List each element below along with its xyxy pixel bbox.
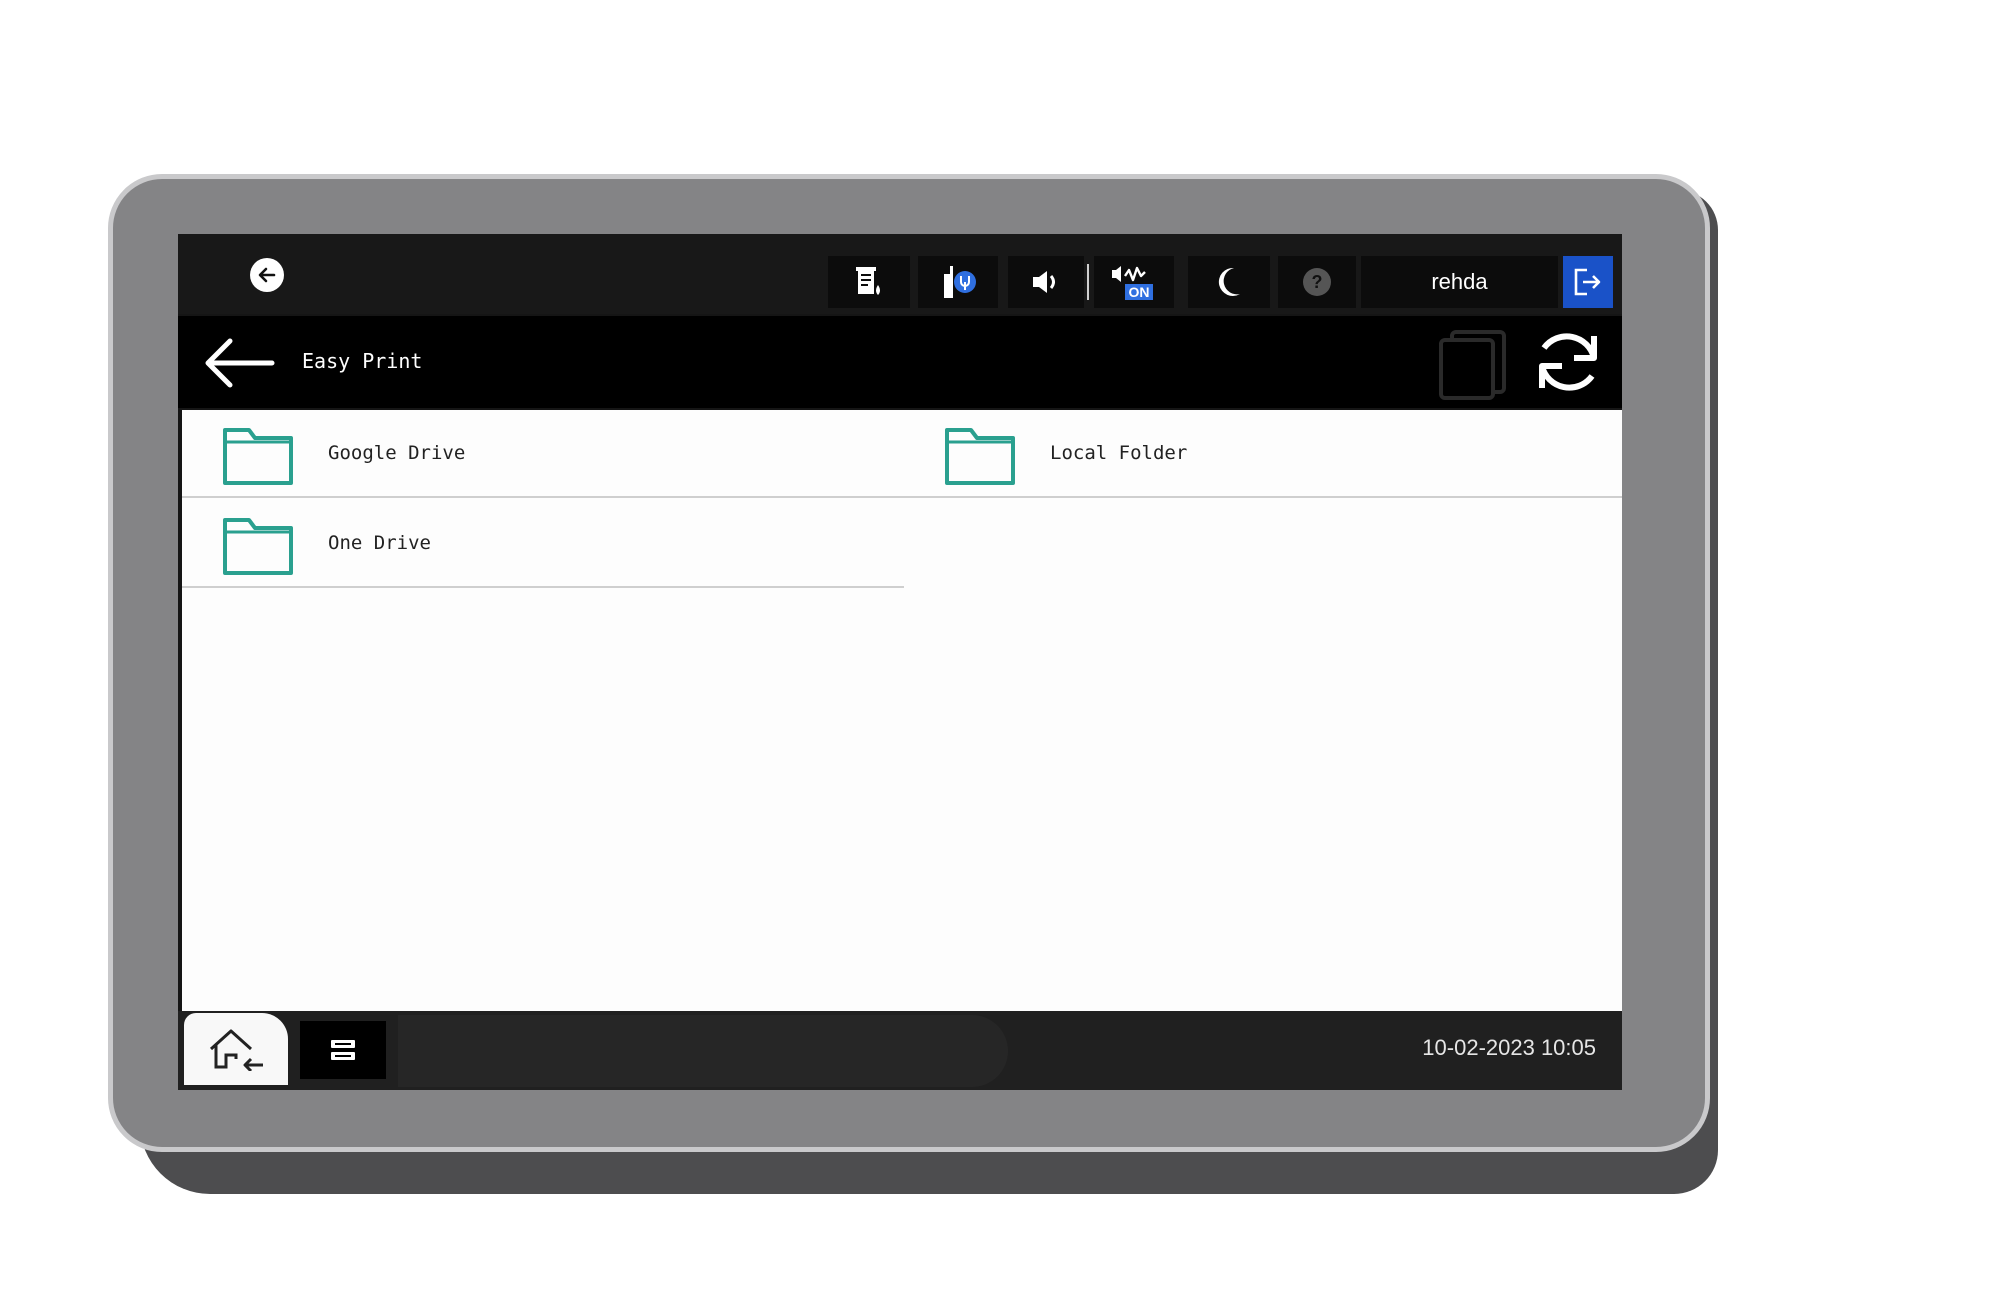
page-title: Easy Print (302, 349, 423, 373)
status-bar: ON ? rehda (178, 234, 1622, 314)
wifi-direct-usb-icon[interactable] (918, 256, 998, 308)
home-icon (209, 1029, 263, 1071)
refresh-icon[interactable] (1528, 322, 1608, 402)
toolbar-divider (1087, 264, 1089, 300)
folder-icon (223, 518, 293, 575)
energy-badge-text: ON (1129, 284, 1150, 300)
folder-icon (945, 428, 1015, 485)
logout-icon[interactable] (1563, 256, 1613, 308)
home-button[interactable] (184, 1013, 288, 1085)
divider (904, 496, 1622, 498)
list-item-local-folder[interactable]: Local Folder (904, 410, 1622, 498)
job-list-button[interactable] (300, 1021, 386, 1079)
svg-text:?: ? (1312, 272, 1323, 292)
bottom-bar-pill (398, 1015, 1008, 1087)
list-item-label: Google Drive (328, 442, 466, 464)
list-item-one-drive[interactable]: One Drive (182, 500, 904, 588)
divider (182, 496, 904, 498)
help-icon[interactable]: ? (1278, 256, 1356, 308)
folder-icon (223, 428, 293, 485)
energy-saver-on-icon[interactable]: ON (1094, 256, 1174, 308)
back-arrow-icon (205, 338, 275, 388)
toner-status-icon[interactable] (828, 256, 910, 308)
list-item-label: Local Folder (1050, 442, 1188, 464)
user-name[interactable]: rehda (1361, 256, 1558, 308)
job-list-icon (331, 1040, 355, 1060)
source-list: Google Drive Local Folder One Drive (182, 410, 1622, 1011)
device-screen: ON ? rehda Easy Print Google Drive Local… (178, 234, 1622, 1090)
bottom-bar: 10-02-2023 10:05 (178, 1011, 1622, 1090)
back-button[interactable] (200, 334, 278, 392)
list-item-label: One Drive (328, 532, 431, 554)
copy-icon[interactable] (1435, 326, 1509, 400)
list-item-google-drive[interactable]: Google Drive (182, 410, 904, 498)
sleep-moon-icon[interactable] (1188, 256, 1270, 308)
app-header: Easy Print (178, 316, 1622, 408)
volume-icon[interactable] (1008, 256, 1084, 308)
date-time: 10-02-2023 10:05 (1422, 1035, 1596, 1060)
divider (182, 586, 904, 588)
back-arrow-icon[interactable] (250, 258, 284, 292)
